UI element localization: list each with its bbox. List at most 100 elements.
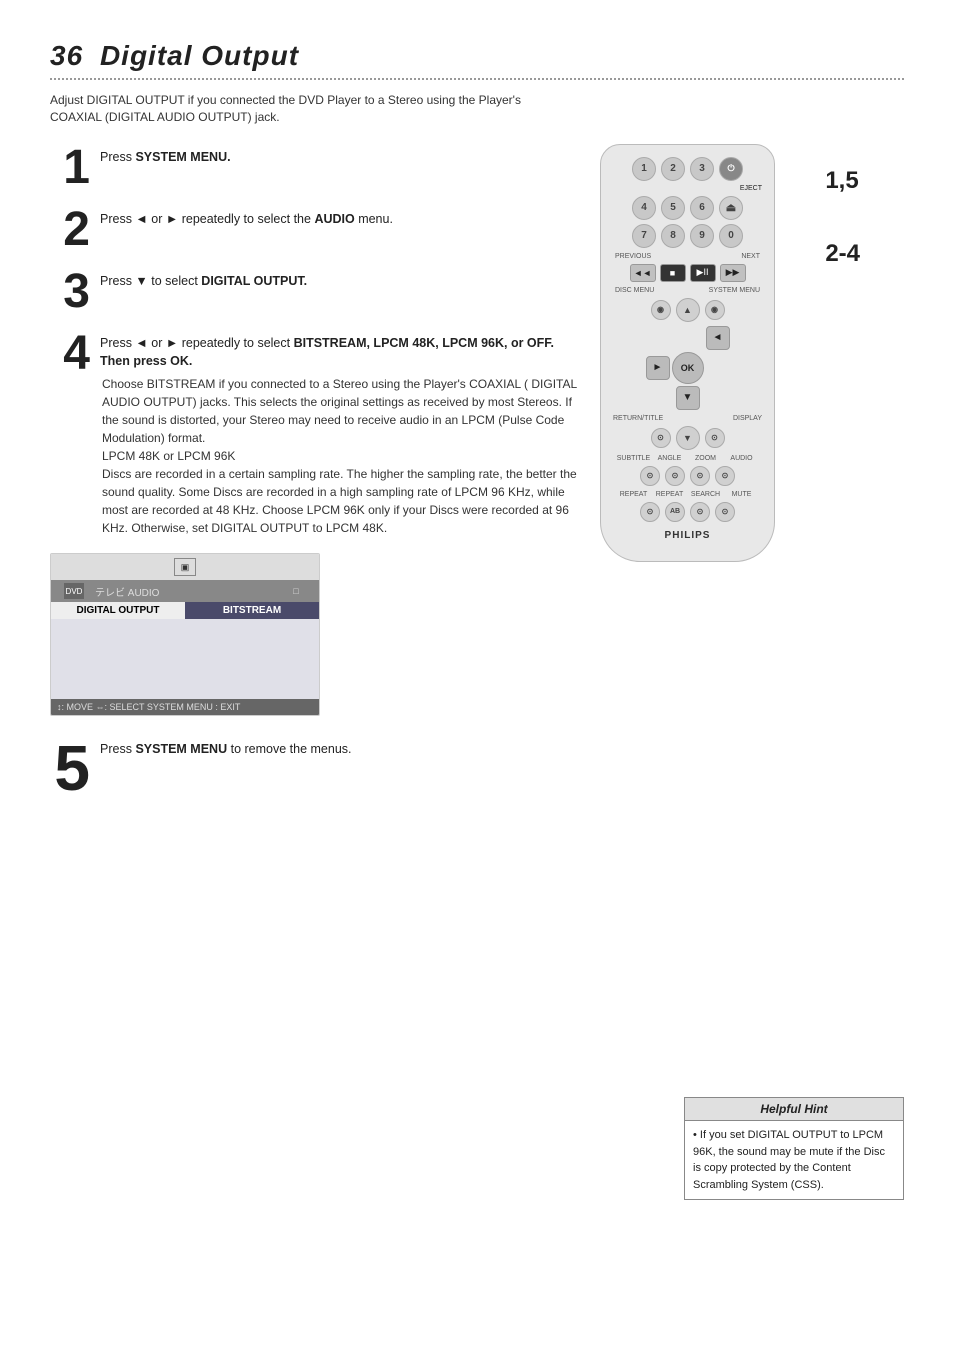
audio-label: AUDIO: [725, 455, 759, 462]
disc-sys-label-row: DISC MENU SYSTEM MENU: [611, 286, 764, 294]
hint-box: Helpful Hint If you set DIGITAL OUTPUT t…: [684, 1097, 904, 1200]
menu-footer: ↕: MOVE ⇔: SELECT SYSTEM MENU : EXIT: [51, 699, 319, 715]
step-4-subtext: Choose BITSTREAM if you connected to a S…: [100, 375, 580, 537]
step-4-number: 4: [50, 330, 90, 378]
hint-content: If you set DIGITAL OUTPUT to LPCM 96K, t…: [685, 1121, 903, 1199]
btn-repeat[interactable]: ⊙: [640, 502, 660, 522]
btn-stop[interactable]: ■: [660, 264, 686, 282]
search-label: SEARCH: [689, 491, 723, 498]
btn-2[interactable]: 2: [661, 157, 685, 181]
remote-row-2: 4 5 6 ⏏: [632, 196, 743, 220]
btn-down[interactable]: ▼: [676, 426, 700, 450]
step-3-number: 3: [50, 268, 90, 316]
btn-nav-right[interactable]: ►: [646, 356, 670, 380]
btn-power[interactable]: ⏻: [719, 157, 743, 181]
btn-1[interactable]: 1: [632, 157, 656, 181]
step-1-number: 1: [50, 144, 90, 192]
remote-step-label-bottom: 2-4: [825, 237, 860, 271]
menu-top-icon: ▣: [174, 558, 196, 576]
mute-label: MUTE: [725, 491, 759, 498]
btn-audio[interactable]: ⊙: [715, 466, 735, 486]
menu-tab-digital: DIGITAL OUTPUT: [51, 602, 185, 619]
btn-next[interactable]: ▶▶: [720, 264, 746, 282]
btn-up[interactable]: ▲: [676, 298, 700, 322]
subtitle-label: SUBTITLE: [617, 455, 651, 462]
step-5-text: Press SYSTEM MENU to remove the menus.: [100, 740, 904, 759]
step-1-row: 1 Press SYSTEM MENU.: [50, 144, 580, 192]
step-2-row: 2 Press ◄ or ► repeatedly to select the …: [50, 206, 580, 254]
repeat-label: REPEAT: [617, 491, 651, 498]
remote-column: 1 2 3 ⏻ EJECT 4 5 6 ⏏ 7 8 9: [600, 144, 800, 562]
step-2-content: Press ◄ or ► repeatedly to select the AU…: [100, 206, 580, 233]
btn-mute[interactable]: ⊙: [715, 502, 735, 522]
step-3-row: 3 Press ▼ to select DIGITAL OUTPUT.: [50, 268, 580, 316]
steps-column: 1 Press SYSTEM MENU. 2 Press ◄ or ► repe…: [50, 144, 580, 717]
step-5-content: Press SYSTEM MENU to remove the menus.: [100, 736, 904, 763]
rrsm-btn-row: ⊙ AB ⊙ ⊙: [640, 502, 735, 522]
remote-inner: 1 2 3 ⏻ EJECT 4 5 6 ⏏ 7 8 9: [611, 157, 764, 541]
step-2-number: 2: [50, 206, 90, 254]
eject-label: EJECT: [611, 185, 764, 192]
menu-screen: ▣ DVD テレビ AUDIO □ DIGITAL OUTPUT BITSTRE…: [50, 553, 320, 716]
disc-menu-label: DISC MENU: [615, 287, 654, 294]
step-4-text: Press ◄ or ► repeatedly to select BITSTR…: [100, 334, 580, 372]
btn-6[interactable]: 6: [690, 196, 714, 220]
step-1-content: Press SYSTEM MENU.: [100, 144, 580, 171]
step-2-text: Press ◄ or ► repeatedly to select the AU…: [100, 210, 580, 229]
step-3-content: Press ▼ to select DIGITAL OUTPUT.: [100, 268, 580, 295]
title-text: Digital Output: [100, 40, 299, 71]
display-label: DISPLAY: [733, 415, 762, 422]
step-1-text: Press SYSTEM MENU.: [100, 148, 580, 167]
step-5-row: 5 Press SYSTEM MENU to remove the menus.: [50, 736, 904, 800]
rrsm-label-row: REPEAT REPEAT SEARCH MUTE: [617, 490, 759, 498]
repeat-ab-label: REPEAT: [653, 491, 687, 498]
btn-7[interactable]: 7: [632, 224, 656, 248]
prev-label: PREVIOUS: [615, 253, 651, 260]
btn-search[interactable]: ⊙: [690, 502, 710, 522]
btn-zoom[interactable]: ⊙: [690, 466, 710, 486]
sys-menu-label: SYSTEM MENU: [709, 287, 760, 294]
zoom-label: ZOOM: [689, 455, 723, 462]
menu-tabs: DIGITAL OUTPUT BITSTREAM: [51, 602, 319, 619]
btn-sys-menu[interactable]: ◉: [705, 300, 725, 320]
btn-eject[interactable]: ⏏: [719, 196, 743, 220]
btn-subtitle[interactable]: ⊙: [640, 466, 660, 486]
btn-nav-down[interactable]: ▼: [676, 386, 700, 410]
btn-angle[interactable]: ⊙: [665, 466, 685, 486]
menu-tab-value: BITSTREAM: [185, 602, 319, 619]
next-label: NEXT: [741, 253, 760, 260]
hint-bullet: If you set DIGITAL OUTPUT to LPCM 96K, t…: [693, 1127, 895, 1193]
btn-8[interactable]: 8: [661, 224, 685, 248]
remote-row-1: 1 2 3 ⏻: [632, 157, 743, 181]
btn-9[interactable]: 9: [690, 224, 714, 248]
btn-0[interactable]: 0: [719, 224, 743, 248]
menu-icon2: □: [285, 582, 307, 600]
step-3-text: Press ▼ to select DIGITAL OUTPUT.: [100, 272, 580, 291]
btn-4[interactable]: 4: [632, 196, 656, 220]
menu-top-bar: ▣: [51, 554, 319, 580]
menu-body: [51, 619, 319, 699]
remote-step-labels: 1,5 2-4: [825, 164, 860, 271]
title-number: 36: [50, 40, 83, 71]
return-display-label-row: RETURN/TITLE DISPLAY: [611, 414, 764, 422]
btn-prev[interactable]: ◄◄: [630, 264, 656, 282]
btn-5[interactable]: 5: [661, 196, 685, 220]
step-4-row: 4 Press ◄ or ► repeatedly to select BITS…: [50, 330, 580, 538]
page-bottom: Helpful Hint If you set DIGITAL OUTPUT t…: [50, 800, 904, 1200]
disc-up-sys-row: ◉ ▲ ◉: [651, 298, 725, 322]
nav-cross: ◄ OK ► ▼: [646, 326, 730, 410]
intro-text: Adjust DIGITAL OUTPUT if you connected t…: [50, 92, 550, 126]
saza-label-row: SUBTITLE ANGLE ZOOM AUDIO: [617, 454, 759, 462]
btn-play-pause[interactable]: ▶II: [690, 264, 716, 282]
btn-display[interactable]: ⊙: [705, 428, 725, 448]
btn-3[interactable]: 3: [690, 157, 714, 181]
saza-btn-row: ⊙ ⊙ ⊙ ⊙: [640, 466, 735, 486]
btn-return-title[interactable]: ⊙: [651, 428, 671, 448]
menu-audio-tab: テレビ AUDIO: [95, 584, 159, 599]
btn-repeat-ab[interactable]: AB: [665, 502, 685, 522]
prev-next-labels-row: PREVIOUS NEXT: [611, 252, 764, 260]
btn-nav-left[interactable]: ◄: [706, 326, 730, 350]
btn-ok[interactable]: OK: [672, 352, 704, 384]
step-4-content: Press ◄ or ► repeatedly to select BITSTR…: [100, 330, 580, 538]
btn-disc-menu[interactable]: ◉: [651, 300, 671, 320]
